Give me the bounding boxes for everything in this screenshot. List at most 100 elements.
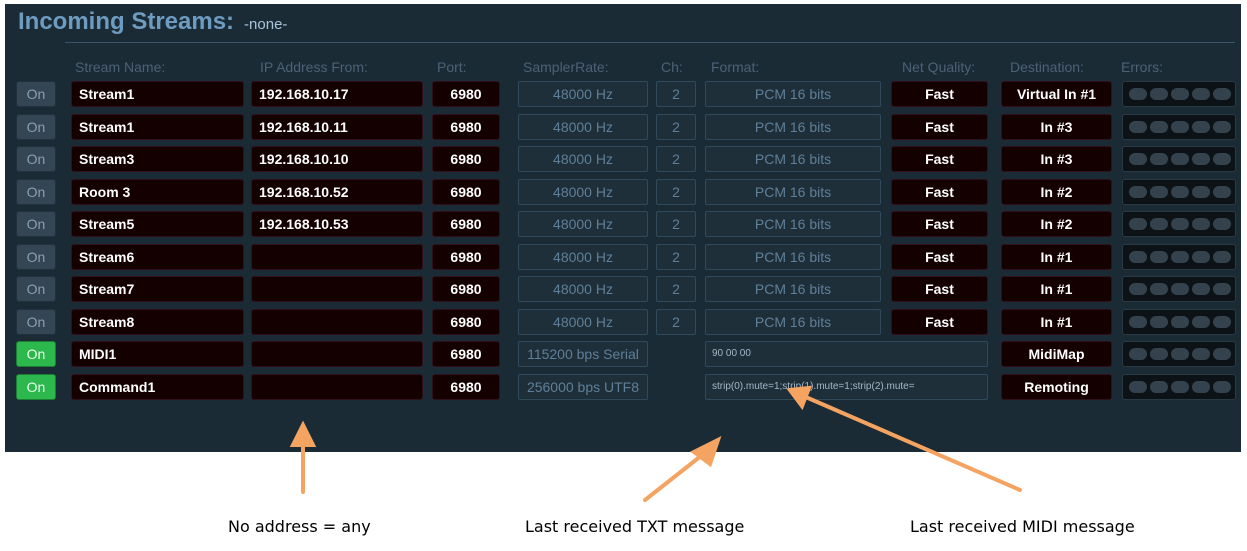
- channels-field[interactable]: 2: [656, 146, 696, 172]
- stream-name-field[interactable]: Stream8: [71, 308, 244, 335]
- stream-name-field[interactable]: Stream7: [71, 276, 244, 302]
- stream-row: On Stream1 192.168.10.11 6980 48000 Hz 2 PCM 1…: [5, 113, 1241, 140]
- format-field[interactable]: PCM 16 bits: [705, 276, 881, 302]
- on-toggle-button[interactable]: On: [16, 243, 56, 270]
- error-led: [1192, 348, 1210, 360]
- on-toggle-button[interactable]: On: [16, 146, 56, 172]
- on-toggle-button[interactable]: On: [16, 113, 56, 140]
- errors-indicator: [1122, 341, 1236, 367]
- samplerate-field[interactable]: 256000 bps UTF8: [518, 373, 648, 400]
- error-led: [1129, 185, 1147, 198]
- channels-field[interactable]: 2: [656, 243, 696, 270]
- destination-field[interactable]: Virtual In #1: [1001, 81, 1112, 107]
- ip-address-field[interactable]: 192.168.10.11: [251, 113, 423, 140]
- samplerate-field[interactable]: 48000 Hz: [518, 243, 648, 270]
- port-field[interactable]: 6980: [432, 113, 500, 140]
- net-quality-field[interactable]: Fast: [891, 276, 988, 302]
- stream-name-field[interactable]: Command1: [71, 373, 244, 400]
- on-toggle-button[interactable]: On: [16, 373, 56, 400]
- stream-row: On Command1 6980 256000 bps UTF8 strip(0).mu…: [5, 373, 1241, 400]
- on-toggle-button[interactable]: On: [16, 276, 56, 302]
- error-led: [1171, 250, 1189, 263]
- samplerate-field[interactable]: 48000 Hz: [518, 178, 648, 205]
- channels-field[interactable]: 2: [656, 81, 696, 107]
- ip-address-field[interactable]: 192.168.10.17: [251, 81, 423, 107]
- port-field[interactable]: 6980: [432, 211, 500, 237]
- format-field[interactable]: PCM 16 bits: [705, 146, 881, 172]
- ip-address-field[interactable]: [251, 373, 423, 400]
- errors-indicator: [1122, 373, 1236, 400]
- net-quality-field[interactable]: Fast: [891, 146, 988, 172]
- last-message-field: 90 00 00: [705, 341, 988, 367]
- net-quality-field[interactable]: Fast: [891, 81, 988, 107]
- on-toggle-button[interactable]: On: [16, 211, 56, 237]
- stream-name-field[interactable]: Room 3: [71, 178, 244, 205]
- port-field[interactable]: 6980: [432, 276, 500, 302]
- destination-field[interactable]: In #3: [1001, 113, 1112, 140]
- net-quality-field[interactable]: Fast: [891, 178, 988, 205]
- samplerate-field[interactable]: 48000 Hz: [518, 146, 648, 172]
- port-field[interactable]: 6980: [432, 341, 500, 367]
- error-led: [1171, 88, 1189, 100]
- port-field[interactable]: 6980: [432, 308, 500, 335]
- format-field[interactable]: PCM 16 bits: [705, 308, 881, 335]
- samplerate-field[interactable]: 48000 Hz: [518, 81, 648, 107]
- stream-name-field[interactable]: MIDI1: [71, 341, 244, 367]
- format-field[interactable]: PCM 16 bits: [705, 243, 881, 270]
- destination-field[interactable]: In #2: [1001, 178, 1112, 205]
- error-led: [1150, 153, 1168, 165]
- errors-indicator: [1122, 308, 1236, 335]
- destination-field[interactable]: MidiMap: [1001, 341, 1112, 367]
- format-field[interactable]: PCM 16 bits: [705, 81, 881, 107]
- ip-address-field[interactable]: 192.168.10.52: [251, 178, 423, 205]
- channels-field[interactable]: 2: [656, 113, 696, 140]
- destination-field[interactable]: Remoting: [1001, 373, 1112, 400]
- format-field[interactable]: PCM 16 bits: [705, 211, 881, 237]
- error-led: [1129, 315, 1147, 328]
- port-field[interactable]: 6980: [432, 178, 500, 205]
- ip-address-field[interactable]: [251, 243, 423, 270]
- ip-address-field[interactable]: 192.168.10.53: [251, 211, 423, 237]
- ip-address-field[interactable]: [251, 276, 423, 302]
- error-led: [1150, 283, 1168, 295]
- channels-field[interactable]: 2: [656, 178, 696, 205]
- format-field[interactable]: PCM 16 bits: [705, 178, 881, 205]
- error-led: [1129, 250, 1147, 263]
- ip-address-field[interactable]: [251, 341, 423, 367]
- ip-address-field[interactable]: [251, 308, 423, 335]
- on-toggle-button[interactable]: On: [16, 81, 56, 107]
- port-field[interactable]: 6980: [432, 146, 500, 172]
- destination-field[interactable]: In #1: [1001, 308, 1112, 335]
- samplerate-field[interactable]: 115200 bps Serial: [518, 341, 648, 367]
- stream-name-field[interactable]: Stream6: [71, 243, 244, 270]
- channels-field[interactable]: 2: [656, 211, 696, 237]
- samplerate-field[interactable]: 48000 Hz: [518, 211, 648, 237]
- stream-name-field[interactable]: Stream1: [71, 113, 244, 140]
- stream-name-field[interactable]: Stream1: [71, 81, 244, 107]
- destination-field[interactable]: In #3: [1001, 146, 1112, 172]
- net-quality-field[interactable]: Fast: [891, 211, 988, 237]
- port-field[interactable]: 6980: [432, 373, 500, 400]
- col-header-destination: Destination:: [1010, 59, 1084, 75]
- format-field[interactable]: PCM 16 bits: [705, 113, 881, 140]
- net-quality-field[interactable]: Fast: [891, 308, 988, 335]
- stream-name-field[interactable]: Stream5: [71, 211, 244, 237]
- samplerate-field[interactable]: 48000 Hz: [518, 308, 648, 335]
- on-toggle-button[interactable]: On: [16, 308, 56, 335]
- on-toggle-button[interactable]: On: [16, 178, 56, 205]
- destination-field[interactable]: In #1: [1001, 276, 1112, 302]
- error-led: [1150, 185, 1168, 198]
- channels-field[interactable]: 2: [656, 276, 696, 302]
- port-field[interactable]: 6980: [432, 81, 500, 107]
- on-toggle-button[interactable]: On: [16, 341, 56, 367]
- port-field[interactable]: 6980: [432, 243, 500, 270]
- samplerate-field[interactable]: 48000 Hz: [518, 113, 648, 140]
- channels-field[interactable]: 2: [656, 308, 696, 335]
- samplerate-field[interactable]: 48000 Hz: [518, 276, 648, 302]
- net-quality-field[interactable]: Fast: [891, 243, 988, 270]
- ip-address-field[interactable]: 192.168.10.10: [251, 146, 423, 172]
- net-quality-field[interactable]: Fast: [891, 113, 988, 140]
- stream-name-field[interactable]: Stream3: [71, 146, 244, 172]
- destination-field[interactable]: In #2: [1001, 211, 1112, 237]
- destination-field[interactable]: In #1: [1001, 243, 1112, 270]
